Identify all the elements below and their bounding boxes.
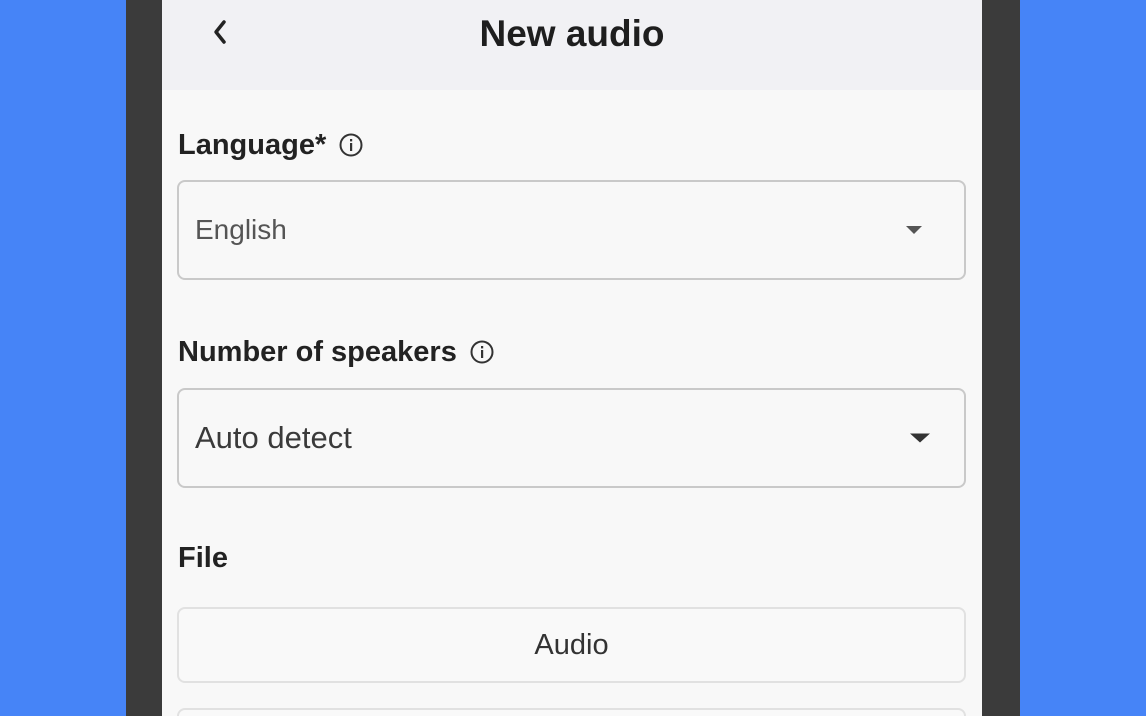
speakers-select-value: Auto detect xyxy=(195,420,352,455)
speakers-label: Number of speakers xyxy=(178,336,457,368)
caret-down-icon xyxy=(906,226,922,234)
audio-file-button[interactable]: Audio xyxy=(177,607,966,683)
speakers-select[interactable]: Auto detect xyxy=(177,388,966,488)
app-screen: New audio Language* English Number of sp… xyxy=(162,0,982,716)
file-label-row: File xyxy=(178,540,228,576)
app-bar: New audio xyxy=(162,0,982,90)
audio-button-label: Audio xyxy=(534,628,609,661)
language-label-row: Language* xyxy=(178,127,364,163)
language-select[interactable]: English xyxy=(177,180,966,280)
info-icon[interactable] xyxy=(338,132,364,158)
page-title: New audio xyxy=(479,13,665,54)
speakers-label-row: Number of speakers xyxy=(178,334,495,370)
language-label: Language* xyxy=(178,129,327,161)
next-option-button[interactable] xyxy=(177,708,966,716)
caret-down-icon xyxy=(910,433,930,443)
language-select-value: English xyxy=(195,214,287,245)
file-label: File xyxy=(178,542,228,574)
info-icon[interactable] xyxy=(469,339,495,365)
